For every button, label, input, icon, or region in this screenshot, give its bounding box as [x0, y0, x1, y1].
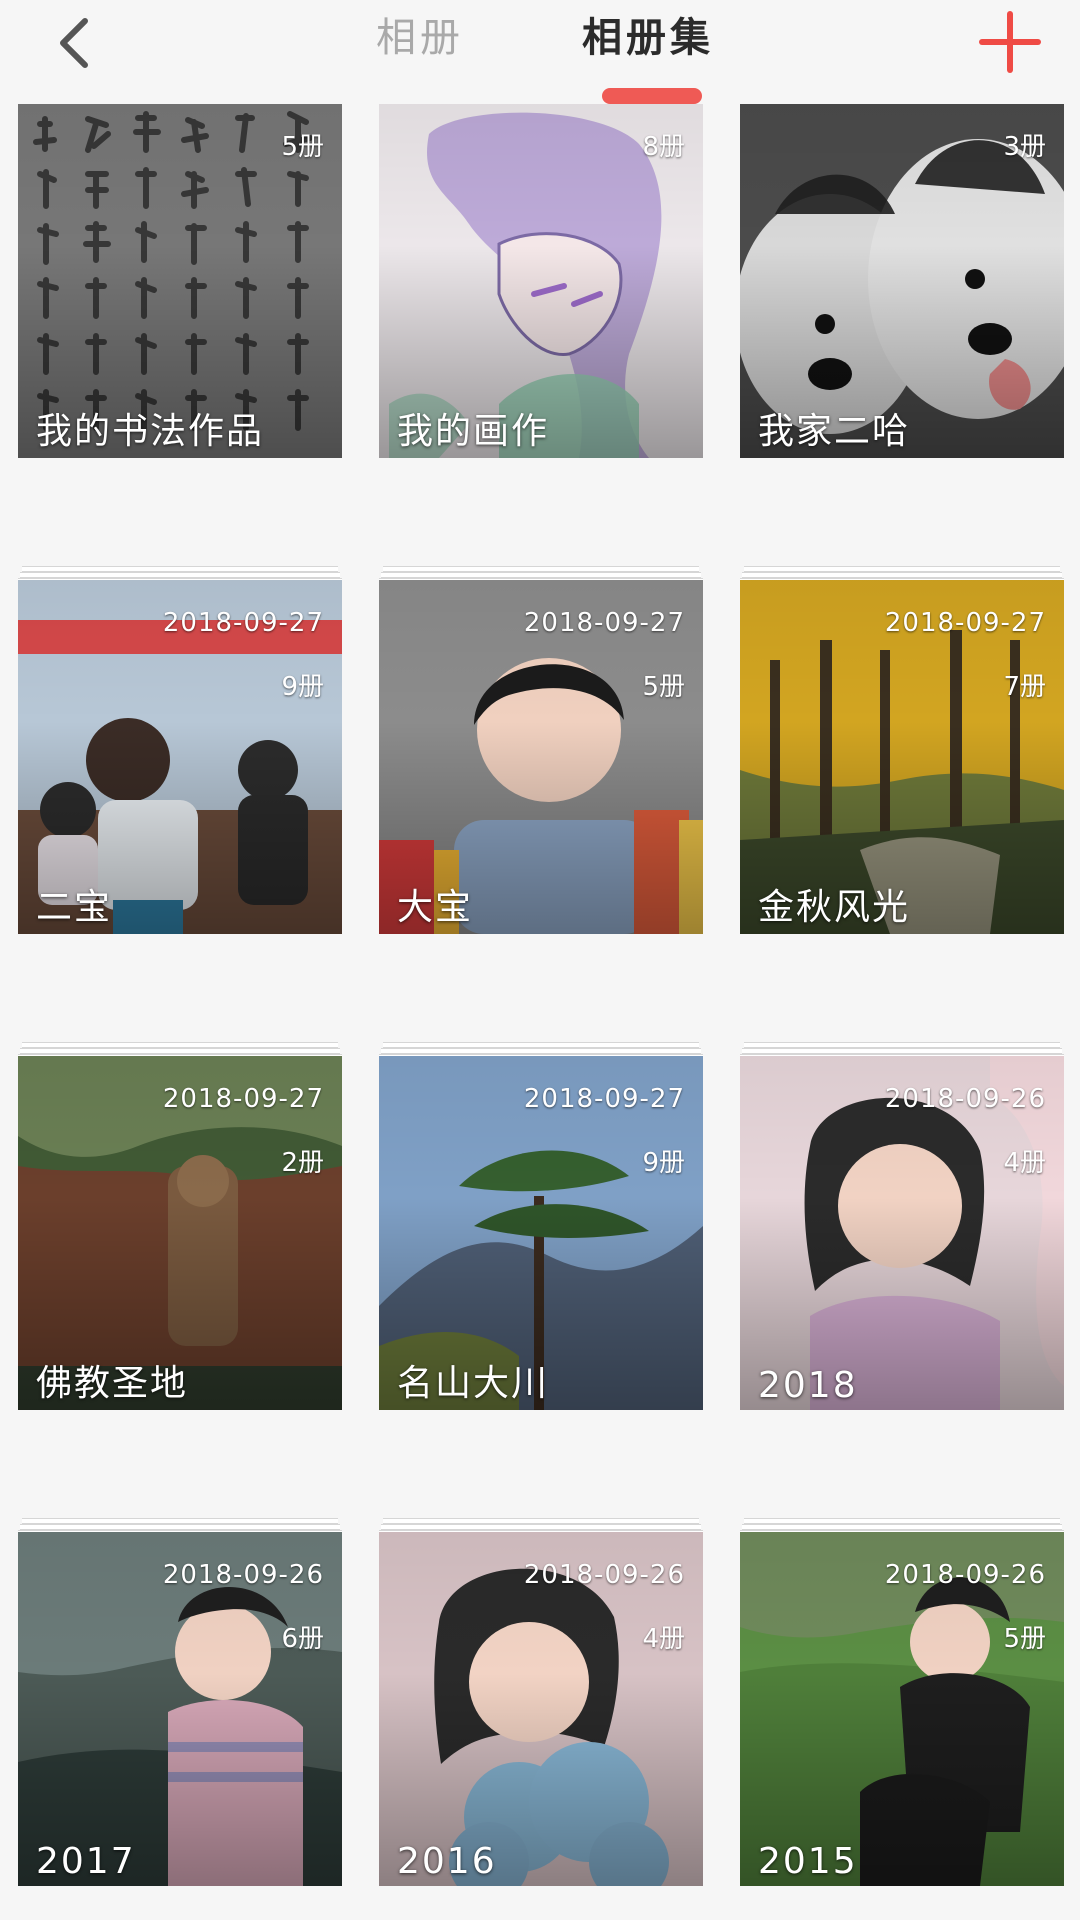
- album-title: 2018: [758, 1365, 858, 1406]
- album-card[interactable]: 2018-09-27 5册 大宝: [379, 566, 703, 952]
- album-count: 4册: [642, 1624, 685, 1654]
- album-date: 2018-09-27: [523, 608, 685, 638]
- album-count: 5册: [281, 132, 324, 162]
- album-card[interactable]: 2018-09-27 9册 二宝: [18, 566, 342, 952]
- tab-album-set[interactable]: 相册集: [582, 6, 714, 70]
- album-title: 金秋风光: [758, 887, 911, 928]
- album-card[interactable]: 8册 我的画作: [379, 104, 703, 476]
- album-count: 7册: [1003, 672, 1046, 702]
- album-card[interactable]: 2018-09-26 4册 2016: [379, 1518, 703, 1904]
- plus-icon: [979, 11, 1041, 73]
- album-title: 2017: [36, 1841, 136, 1882]
- album-count: 4册: [1003, 1148, 1046, 1178]
- album-count: 9册: [642, 1148, 685, 1178]
- album-card[interactable]: 2018-09-27 9册 名山大川: [379, 1042, 703, 1428]
- album-date: 2018-09-26: [884, 1560, 1046, 1590]
- chevron-left-icon: [60, 18, 88, 68]
- album-card[interactable]: 5册 我的书法作品: [18, 104, 342, 476]
- album-date: 2018-09-27: [884, 608, 1046, 638]
- back-button[interactable]: [40, 8, 110, 78]
- album-date: 2018-09-27: [162, 1084, 324, 1114]
- album-count: 8册: [642, 132, 685, 162]
- album-date: 2018-09-26: [523, 1560, 685, 1590]
- album-count: 6册: [281, 1624, 324, 1654]
- album-title: 我家二哈: [758, 411, 911, 452]
- album-card[interactable]: 2018-09-26 6册 2017: [18, 1518, 342, 1904]
- album-date: 2018-09-27: [162, 608, 324, 638]
- album-card[interactable]: 2018-09-26 4册 2018: [740, 1042, 1064, 1428]
- album-count: 5册: [642, 672, 685, 702]
- album-title: 我的书法作品: [36, 411, 265, 452]
- album-title: 名山大川: [397, 1363, 550, 1404]
- album-date: 2018-09-26: [162, 1560, 324, 1590]
- top-bar: 相册 相册集: [0, 0, 1080, 104]
- tab-album[interactable]: 相册: [376, 6, 464, 70]
- album-count: 9册: [281, 672, 324, 702]
- album-count: 5册: [1003, 1624, 1046, 1654]
- album-set-page: 相册 相册集 5册 我的书法作品 8册 我的画作 3册 我家二哈 2018-09…: [0, 0, 1080, 1920]
- tab-indicator: [602, 88, 702, 104]
- album-count: 2册: [281, 1148, 324, 1178]
- album-title: 大宝: [397, 887, 474, 928]
- album-title: 我的画作: [397, 411, 550, 452]
- album-title: 佛教圣地: [36, 1363, 189, 1404]
- album-count: 3册: [1003, 132, 1046, 162]
- album-title: 二宝: [36, 887, 113, 928]
- album-date: 2018-09-27: [523, 1084, 685, 1114]
- add-album-button[interactable]: [976, 8, 1044, 76]
- album-card[interactable]: 2018-09-26 5册 2015: [740, 1518, 1064, 1904]
- album-title: 2016: [397, 1841, 497, 1882]
- album-card[interactable]: 2018-09-27 7册 金秋风光: [740, 566, 1064, 952]
- album-title: 2015: [758, 1841, 858, 1882]
- album-card[interactable]: 2018-09-27 2册 佛教圣地: [18, 1042, 342, 1428]
- album-card[interactable]: 3册 我家二哈: [740, 104, 1064, 476]
- album-date: 2018-09-26: [884, 1084, 1046, 1114]
